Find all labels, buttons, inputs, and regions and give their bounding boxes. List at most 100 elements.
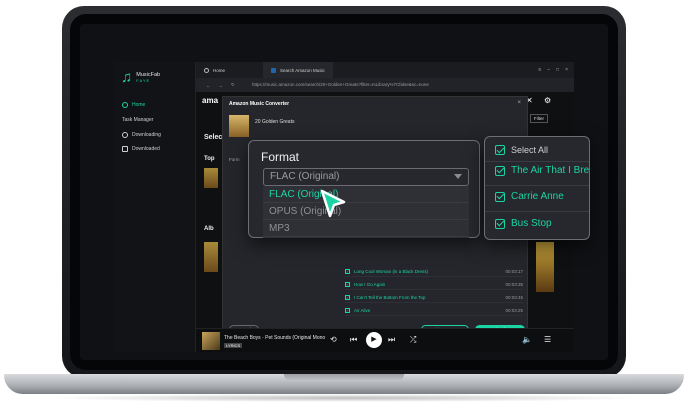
app-name: MusicFab (136, 71, 161, 78)
format-options-list: FLAC (Original) OPUS (Original) MP3 (263, 186, 469, 238)
sidebar-item-label: Task Manager (122, 117, 154, 123)
sidebar-item-label: Downloaded (132, 146, 160, 152)
laptop-notch (284, 374, 404, 381)
divider (485, 185, 589, 186)
minimize-icon[interactable]: – (547, 67, 550, 73)
maximize-icon[interactable]: □ (556, 67, 559, 73)
close-icon[interactable]: × (565, 67, 568, 73)
format-popup: Format FLAC (Original) FLAC (Original) O… (248, 140, 480, 238)
shuffle-icon[interactable]: ⤮ (410, 335, 416, 345)
checkbox-icon[interactable]: ✓ (345, 282, 350, 287)
cursor-arrow-icon (320, 189, 346, 218)
format-option-mp3[interactable]: MP3 (263, 220, 469, 237)
tab-bar: Home Search Amazon Music ≡ – □ × (196, 62, 574, 78)
tab-home[interactable]: Home (196, 62, 233, 78)
now-playing-title: The Beach Boys · Pet Sounds (Original Mo… (224, 335, 326, 341)
track-duration: 00:03:17 (505, 269, 523, 274)
queue-list-icon[interactable]: ☰ (544, 335, 551, 344)
home-icon (122, 102, 128, 108)
track-select-row[interactable]: Bus Stop (495, 218, 552, 229)
track-row[interactable]: ✓ Air Alive 00:03:25 (345, 306, 523, 316)
folder-icon (122, 146, 128, 152)
amazon-logo: ama (202, 96, 219, 105)
checkbox-checked-icon[interactable] (495, 191, 505, 202)
back-icon[interactable]: ← (206, 83, 211, 88)
select-all-label: Select All (511, 145, 549, 155)
amazon-music-icon (271, 67, 277, 73)
checkbox-checked-icon[interactable] (495, 145, 505, 155)
track-title: Long Cool Woman (in a Black Dress) (354, 269, 428, 274)
app-subtitle: FAYE (136, 78, 151, 84)
album-cover (229, 115, 249, 137)
format-title: Format (261, 150, 300, 164)
checkbox-icon[interactable]: ✓ (345, 308, 350, 313)
album-thumbnail[interactable] (204, 242, 218, 272)
tab-label: Home (213, 67, 226, 73)
previous-icon[interactable]: ⏮ (350, 335, 357, 345)
album-title: 20 Golden Greats (255, 119, 295, 125)
refresh-icon[interactable]: ↻ (231, 82, 235, 88)
play-button[interactable]: ▶ (366, 332, 382, 348)
tab-label: Search Amazon Music (280, 67, 325, 73)
sidebar-item-label: Home (132, 102, 146, 108)
page-heading-top: Top (204, 156, 215, 162)
close-icon[interactable]: × (517, 100, 521, 106)
select-all-row[interactable]: Select All (495, 145, 548, 155)
album-thumbnail[interactable] (536, 242, 554, 292)
volume-icon[interactable]: 🔈 (522, 335, 532, 344)
app-logo: ♫ MusicFab FAYE (121, 70, 160, 85)
download-icon (122, 132, 128, 138)
track-duration: 00:03:45 (505, 295, 523, 300)
filter-button[interactable]: Filter (530, 114, 548, 123)
music-note-icon: ♫ (121, 69, 133, 86)
checkbox-icon[interactable]: ✓ (345, 269, 350, 274)
divider (485, 161, 589, 162)
address-bar: ← → ↻ https://music.amazon.com/search/20… (196, 78, 574, 92)
chevron-down-icon (454, 174, 462, 179)
track-select-label: Bus Stop (511, 218, 552, 229)
format-selected-value: FLAC (Original) (270, 171, 340, 182)
sidebar-item-home[interactable]: Home (122, 102, 145, 108)
sidebar-item-label: Downloading (132, 132, 161, 138)
sidebar-item-task-manager[interactable]: Task Manager (122, 117, 153, 123)
now-playing-art (202, 332, 220, 350)
tab-search-amazon-music[interactable]: Search Amazon Music (263, 62, 333, 78)
track-title: How I Go Again (354, 282, 386, 287)
divider (485, 211, 589, 212)
format-label: Form (229, 157, 240, 162)
track-select-label: The Air That I Breathe (511, 165, 590, 176)
album-thumbnail[interactable] (204, 168, 218, 188)
track-row[interactable]: ✓ How I Go Again 00:03:35 (345, 280, 523, 290)
checkbox-checked-icon[interactable] (495, 218, 505, 229)
track-title: I Can't Tell the Bottom From the Top (354, 295, 426, 300)
lyrics-button[interactable]: LYRICS (224, 343, 243, 348)
track-row[interactable]: ✓ Long Cool Woman (in a Black Dress) 00:… (345, 267, 523, 277)
window-controls: ≡ – □ × (538, 67, 568, 73)
checkbox-icon[interactable]: ✓ (345, 295, 350, 300)
forward-icon[interactable]: → (219, 83, 224, 88)
format-select[interactable]: FLAC (Original) (263, 168, 469, 186)
track-duration: 00:03:35 (505, 282, 523, 287)
page-heading-albums: Alb (204, 226, 214, 232)
track-select-popup: Select All The Air That I Breathe Carrie… (484, 136, 590, 240)
gear-icon[interactable]: ⚙ (544, 96, 551, 105)
home-icon (204, 67, 209, 73)
track-select-row[interactable]: The Air That I Breathe (495, 165, 590, 176)
format-option-flac[interactable]: FLAC (Original) (263, 186, 469, 203)
track-select-row[interactable]: Carrie Anne (495, 191, 564, 202)
menu-icon[interactable]: ≡ (538, 67, 541, 73)
page-heading-select: Selec (204, 134, 223, 141)
url-text[interactable]: https://music.amazon.com/search/20+Golde… (252, 82, 429, 87)
track-select-label: Carrie Anne (511, 191, 564, 202)
format-option-opus[interactable]: OPUS (Original) (263, 203, 469, 220)
sidebar: ♫ MusicFab FAYE Home Task Manager Downlo… (114, 62, 196, 352)
checkbox-checked-icon[interactable] (495, 165, 505, 176)
track-row[interactable]: ✓ I Can't Tell the Bottom From the Top 0… (345, 293, 523, 303)
sidebar-item-downloaded[interactable]: Downloaded (122, 146, 160, 152)
laptop-shadow (40, 394, 648, 402)
sidebar-item-downloading[interactable]: Downloading (122, 132, 161, 138)
filter-label: Filter (534, 116, 544, 121)
next-icon[interactable]: ⏭ (388, 335, 395, 345)
dialog-title: Amazon Music Converter (229, 101, 290, 107)
repeat-icon[interactable]: ⟲ (330, 335, 337, 344)
